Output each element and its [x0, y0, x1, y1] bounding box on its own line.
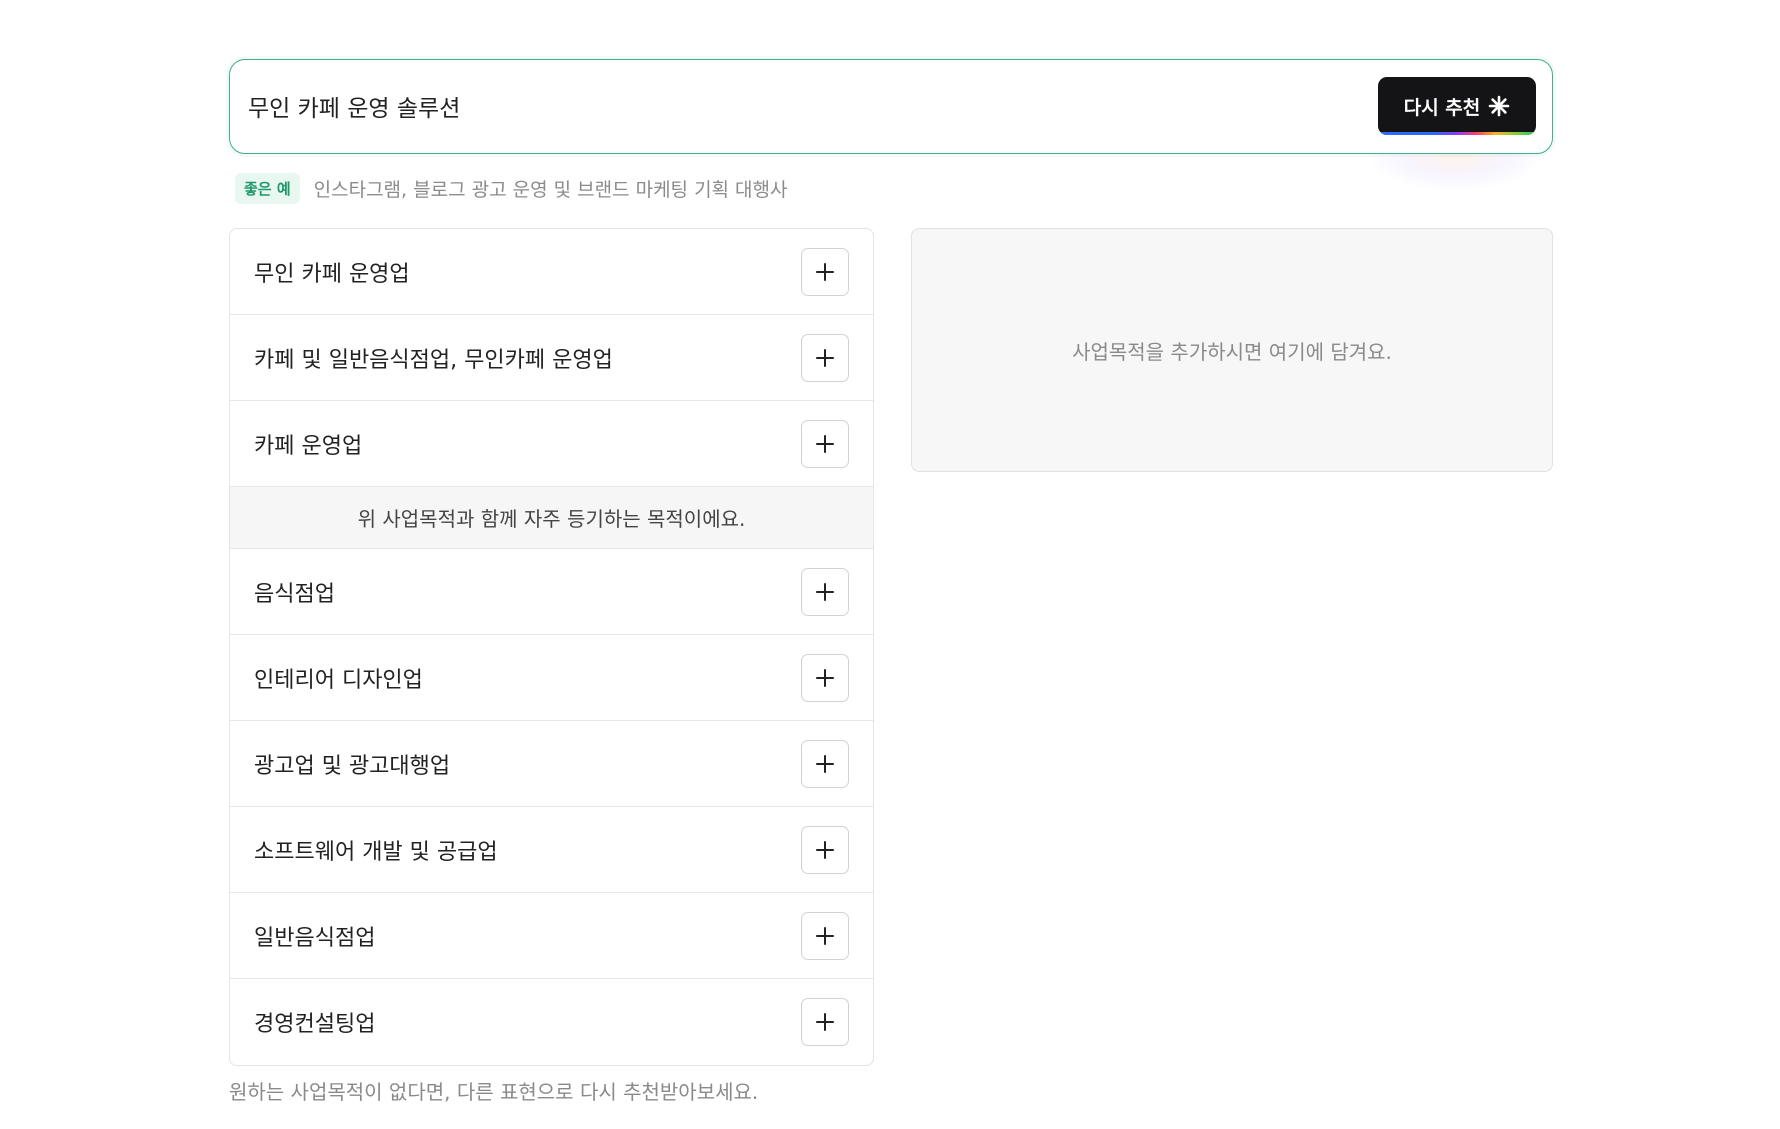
item-label: 광고업 및 광고대행업: [254, 753, 451, 779]
item-label: 소프트웨어 개발 및 공급업: [254, 839, 498, 865]
plus-icon: [816, 582, 834, 601]
recommend-button-label: 다시 추천: [1403, 96, 1481, 119]
add-button[interactable]: [801, 653, 849, 702]
add-button[interactable]: [801, 567, 849, 616]
item-label: 카페 및 일반음식점업, 무인카페 운영업: [254, 347, 613, 373]
selected-purposes-panel: 사업목적을 추가하시면 여기에 담겨요.: [911, 228, 1553, 472]
good-example-badge: 좋은 예: [235, 173, 300, 204]
suggestion-list: 무인 카페 운영업 카페 및 일반음식점업, 무인카페 운영업 카페 운영업 위…: [229, 228, 874, 1066]
list-item[interactable]: 음식점업: [230, 549, 873, 635]
list-item[interactable]: 인테리어 디자인업: [230, 635, 873, 721]
add-button[interactable]: [801, 247, 849, 296]
example-hint: 좋은 예 인스타그램, 블로그 광고 운영 및 브랜드 마케팅 기획 대행사: [235, 173, 788, 204]
plus-icon: [816, 754, 834, 773]
add-button[interactable]: [801, 333, 849, 382]
item-label: 음식점업: [254, 581, 335, 607]
list-item[interactable]: 일반음식점업: [230, 893, 873, 979]
item-label: 무인 카페 운영업: [254, 261, 410, 287]
add-button[interactable]: [801, 739, 849, 788]
example-text: 인스타그램, 블로그 광고 운영 및 브랜드 마케팅 기획 대행사: [313, 179, 788, 201]
recommend-again-button[interactable]: 다시 추천: [1378, 77, 1536, 135]
list-item[interactable]: 카페 운영업: [230, 401, 873, 487]
add-button[interactable]: [801, 998, 849, 1046]
add-button[interactable]: [801, 825, 849, 874]
plus-icon: [816, 668, 834, 687]
search-input[interactable]: [248, 60, 1348, 152]
item-label: 일반음식점업: [254, 925, 376, 951]
page: 다시 추천 좋은 예 인스타그램, 블로그 광고 운영 및 브랜드 마케팅 기획…: [0, 0, 1780, 1129]
plus-icon: [816, 1013, 834, 1031]
list-item[interactable]: 광고업 및 광고대행업: [230, 721, 873, 807]
footer-note: 원하는 사업목적이 없다면, 다른 표현으로 다시 추천받아보세요.: [229, 1080, 759, 1104]
plus-icon: [816, 348, 834, 367]
search-box: 다시 추천: [229, 59, 1553, 154]
list-item[interactable]: 경영컨설팅업: [230, 979, 873, 1065]
plus-icon: [816, 262, 834, 281]
item-label: 카페 운영업: [254, 433, 363, 459]
plus-icon: [816, 434, 834, 453]
related-purposes-note: 위 사업목적과 함께 자주 등기하는 목적이에요.: [230, 487, 873, 549]
list-item[interactable]: 소프트웨어 개발 및 공급업: [230, 807, 873, 893]
plus-icon: [816, 926, 834, 945]
list-item[interactable]: 카페 및 일반음식점업, 무인카페 운영업: [230, 315, 873, 401]
plus-icon: [816, 840, 834, 859]
item-label: 인테리어 디자인업: [254, 667, 423, 693]
sparkle-icon: [1488, 95, 1510, 117]
add-button[interactable]: [801, 911, 849, 960]
item-label: 경영컨설팅업: [254, 1012, 376, 1037]
empty-panel-text: 사업목적을 추가하시면 여기에 담겨요.: [1072, 339, 1392, 364]
list-item[interactable]: 무인 카페 운영업: [230, 229, 873, 315]
add-button[interactable]: [801, 419, 849, 468]
